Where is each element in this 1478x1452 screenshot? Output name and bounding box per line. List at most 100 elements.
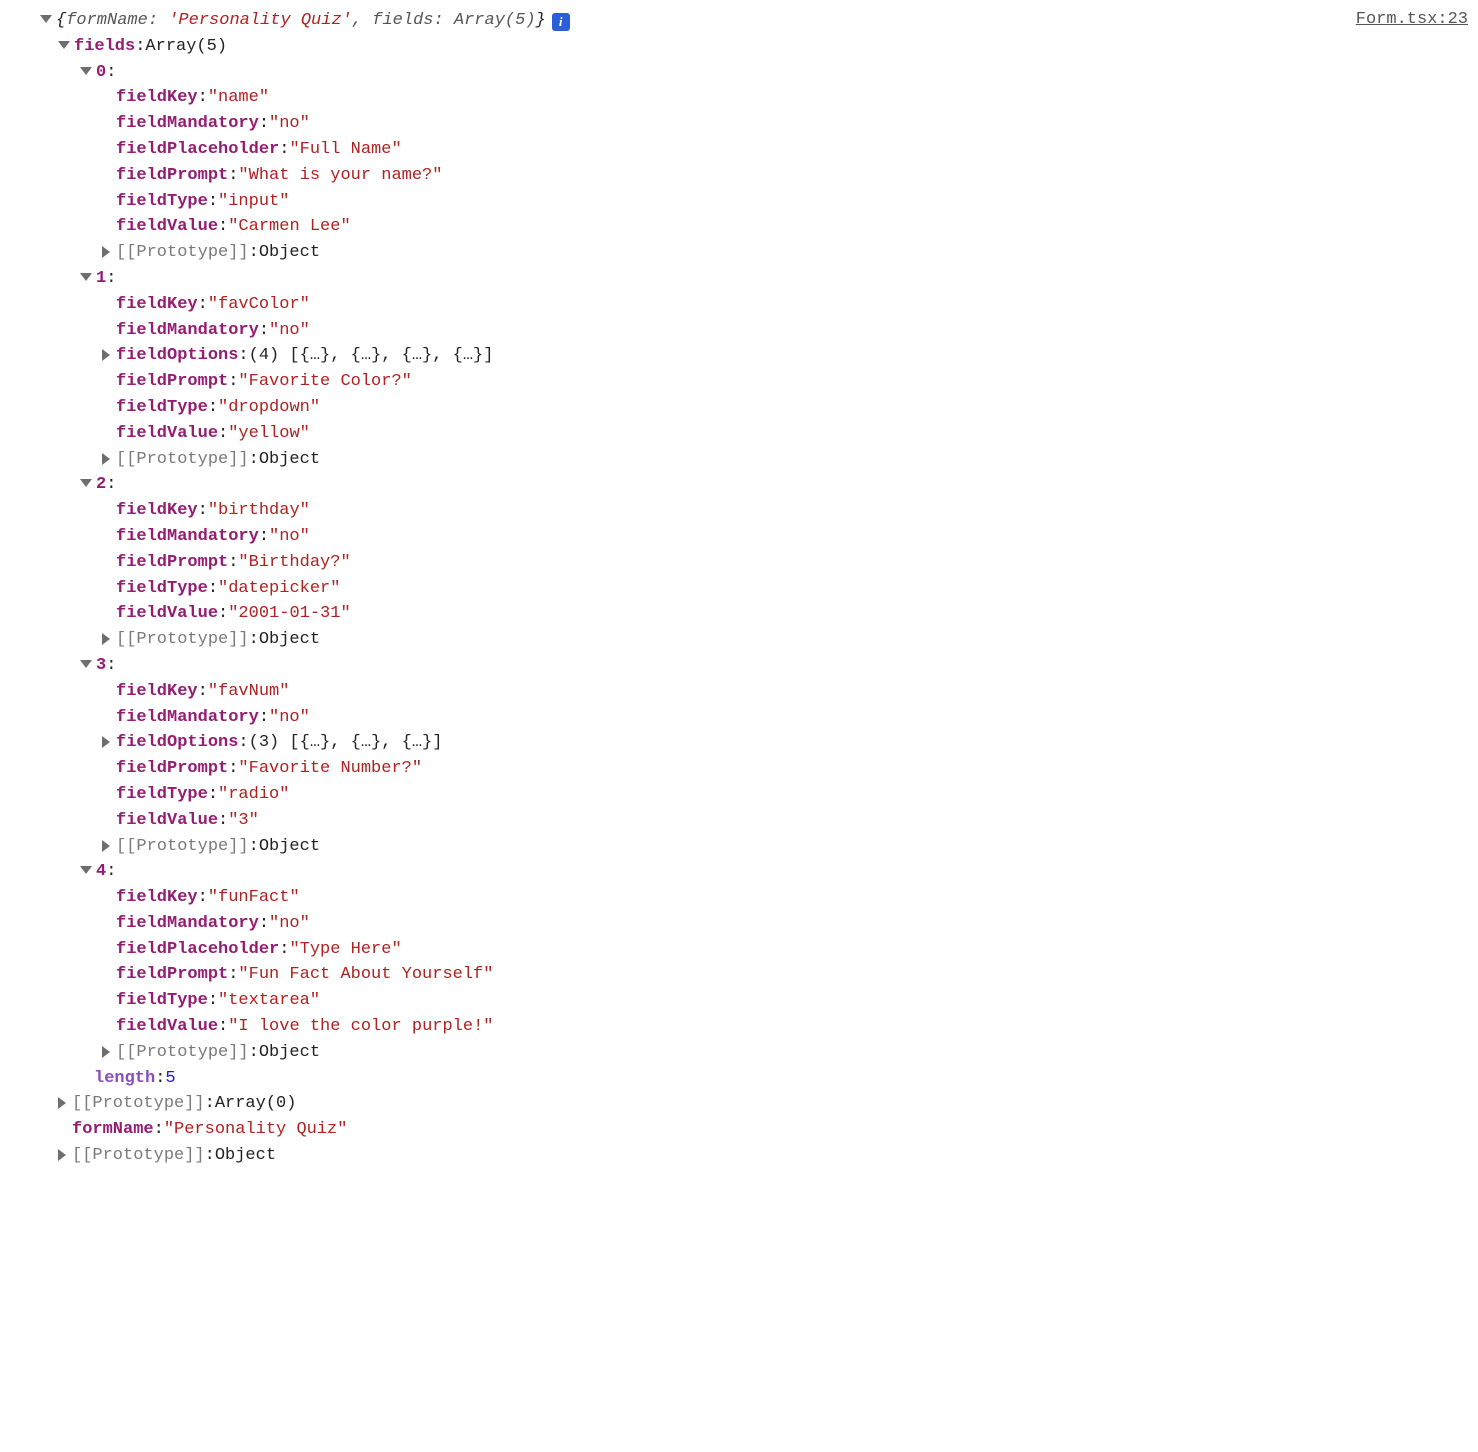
property-key: fieldValue xyxy=(116,809,218,833)
property-row: fieldPrompt: "Favorite Number?" xyxy=(10,756,1468,782)
prototype-row[interactable]: [[Prototype]]: Object xyxy=(10,627,1468,653)
property-key: fieldType xyxy=(116,783,208,807)
chevron-down-icon[interactable] xyxy=(58,41,70,49)
property-key: fieldMandatory xyxy=(116,319,259,343)
property-key: fieldKey xyxy=(116,680,198,704)
chevron-right-icon[interactable] xyxy=(102,1046,110,1058)
prototype-key: [[Prototype]] xyxy=(116,241,249,265)
chevron-right-icon[interactable] xyxy=(102,633,110,645)
prototype-key: [[Prototype]] xyxy=(116,448,249,472)
property-value: "funFact" xyxy=(208,886,300,910)
property-key: fieldValue xyxy=(116,215,218,239)
property-value: "no" xyxy=(269,912,310,936)
property-value: "3" xyxy=(228,809,259,833)
array-prototype-row[interactable]: [[Prototype]]: Array(0) xyxy=(10,1091,1468,1117)
prototype-val: Object xyxy=(259,448,320,472)
array-index: 1 xyxy=(96,267,106,291)
fields-key: fields xyxy=(74,35,135,59)
chevron-right-icon[interactable] xyxy=(102,736,110,748)
property-key: fieldKey xyxy=(116,86,198,110)
source-link[interactable]: Form.tsx:23 xyxy=(1356,8,1468,32)
info-icon[interactable]: i xyxy=(552,13,570,31)
property-row: fieldKey: "funFact" xyxy=(10,885,1468,911)
property-key: fieldType xyxy=(116,989,208,1013)
object-prototype-row[interactable]: [[Prototype]]: Object xyxy=(10,1143,1468,1169)
property-key: fieldMandatory xyxy=(116,112,259,136)
property-key: fieldType xyxy=(116,190,208,214)
chevron-down-icon[interactable] xyxy=(80,67,92,75)
chevron-right-icon[interactable] xyxy=(102,840,110,852)
property-value: "birthday" xyxy=(208,499,310,523)
property-key: fieldKey xyxy=(116,886,198,910)
property-value: "Carmen Lee" xyxy=(228,215,350,239)
property-key: fieldPrompt xyxy=(116,757,228,781)
fields-row[interactable]: fields: Array(5) xyxy=(10,34,1468,60)
property-row: fieldKey: "favColor" xyxy=(10,292,1468,318)
property-value: "radio" xyxy=(218,783,289,807)
property-key: fieldMandatory xyxy=(116,525,259,549)
property-row: fieldValue: "3" xyxy=(10,808,1468,834)
property-row: fieldType: "dropdown" xyxy=(10,395,1468,421)
property-value: "no" xyxy=(269,525,310,549)
property-value: "What is your name?" xyxy=(238,164,442,188)
property-row: fieldPrompt: "Favorite Color?" xyxy=(10,369,1468,395)
property-row: fieldValue: "2001-01-31" xyxy=(10,601,1468,627)
chevron-right-icon[interactable] xyxy=(58,1149,66,1161)
property-key: fieldPlaceholder xyxy=(116,938,279,962)
chevron-right-icon[interactable] xyxy=(102,349,110,361)
property-value: "datepicker" xyxy=(218,577,340,601)
summary-formname-key: formName: xyxy=(66,11,168,30)
property-value: "favNum" xyxy=(208,680,290,704)
property-row: fieldKey: "name" xyxy=(10,85,1468,111)
property-value: "2001-01-31" xyxy=(228,602,350,626)
property-row: fieldMandatory: "no" xyxy=(10,524,1468,550)
chevron-down-icon[interactable] xyxy=(80,866,92,874)
length-val: 5 xyxy=(165,1067,175,1091)
array-index: 3 xyxy=(96,654,106,678)
property-value: "favColor" xyxy=(208,293,310,317)
property-key: fieldType xyxy=(116,396,208,420)
array-length-row: length: 5 xyxy=(10,1066,1468,1092)
chevron-right-icon[interactable] xyxy=(102,246,110,258)
chevron-down-icon[interactable] xyxy=(80,660,92,668)
prototype-key: [[Prototype]] xyxy=(72,1144,205,1168)
prototype-key: [[Prototype]] xyxy=(116,628,249,652)
property-key: fieldKey xyxy=(116,499,198,523)
chevron-down-icon[interactable] xyxy=(40,15,52,23)
property-key: fieldValue xyxy=(116,602,218,626)
property-value: "Favorite Color?" xyxy=(238,370,411,394)
prototype-row[interactable]: [[Prototype]]: Object xyxy=(10,1040,1468,1066)
array-index-row[interactable]: 2: xyxy=(10,472,1468,498)
chevron-down-icon[interactable] xyxy=(80,479,92,487)
object-summary-row[interactable]: {formName: 'Personality Quiz', fields: A… xyxy=(10,8,1356,34)
chevron-right-icon[interactable] xyxy=(102,453,110,465)
property-key: fieldOptions xyxy=(116,731,238,755)
chevron-right-icon[interactable] xyxy=(58,1097,66,1109)
array-index-row[interactable]: 3: xyxy=(10,653,1468,679)
formname-row: formName: "Personality Quiz" xyxy=(10,1117,1468,1143)
array-index: 0 xyxy=(96,61,106,85)
property-row: fieldPlaceholder: "Full Name" xyxy=(10,137,1468,163)
property-row[interactable]: fieldOptions: (4) [{…}, {…}, {…}, {…}] xyxy=(10,343,1468,369)
property-row: fieldPrompt: "Fun Fact About Yourself" xyxy=(10,962,1468,988)
array-index-row[interactable]: 4: xyxy=(10,859,1468,885)
chevron-down-icon[interactable] xyxy=(80,273,92,281)
property-row: fieldValue: "yellow" xyxy=(10,421,1468,447)
property-key: fieldPrompt xyxy=(116,551,228,575)
property-key: fieldMandatory xyxy=(116,912,259,936)
array-index: 4 xyxy=(96,860,106,884)
property-row: fieldPrompt: "What is your name?" xyxy=(10,163,1468,189)
prototype-row[interactable]: [[Prototype]]: Object xyxy=(10,447,1468,473)
property-key: fieldPrompt xyxy=(116,370,228,394)
array-index-row[interactable]: 1: xyxy=(10,266,1468,292)
property-row: fieldType: "input" xyxy=(10,189,1468,215)
property-key: fieldOptions xyxy=(116,344,238,368)
array-index-row[interactable]: 0: xyxy=(10,60,1468,86)
prototype-key: [[Prototype]] xyxy=(72,1092,205,1116)
property-value: "yellow" xyxy=(228,422,310,446)
formname-key: formName xyxy=(72,1118,154,1142)
property-row[interactable]: fieldOptions: (3) [{…}, {…}, {…}] xyxy=(10,730,1468,756)
property-row: fieldKey: "favNum" xyxy=(10,679,1468,705)
prototype-row[interactable]: [[Prototype]]: Object xyxy=(10,834,1468,860)
prototype-row[interactable]: [[Prototype]]: Object xyxy=(10,240,1468,266)
